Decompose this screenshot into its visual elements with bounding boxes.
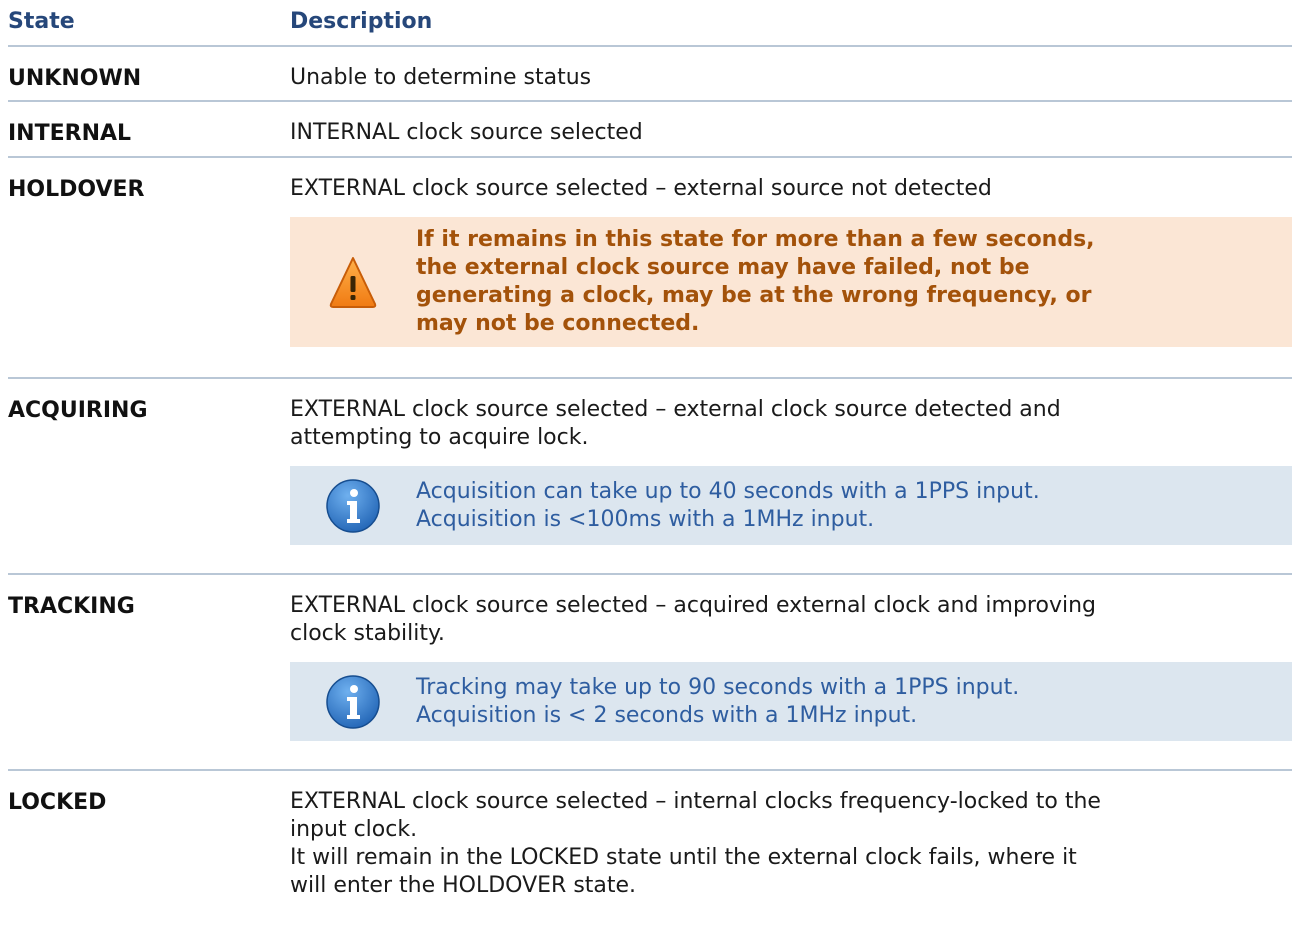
info-text: Acquisition can take up to 40 seconds wi… <box>416 478 1040 534</box>
state-holdover: HOLDOVER <box>8 177 145 202</box>
description-line: EXTERNAL clock source selected – interna… <box>290 789 1101 814</box>
state-internal: INTERNAL <box>8 121 132 146</box>
state-tracking: TRACKING <box>8 594 135 619</box>
info-text: Tracking may take up to 90 seconds with … <box>416 674 1019 730</box>
table-row: LOCKED EXTERNAL clock source selected – … <box>8 771 1292 921</box>
info-icon <box>290 674 416 730</box>
warning-line: the external clock source may have faile… <box>416 255 1030 280</box>
table-row: UNKNOWN Unable to determine status <box>8 47 1292 102</box>
description-line: will enter the HOLDOVER state. <box>290 873 637 898</box>
table-row: INTERNAL INTERNAL clock source selected <box>8 102 1292 158</box>
description-line: attempting to acquire lock. <box>290 425 589 450</box>
info-line: Acquisition is < 2 seconds with a 1MHz i… <box>416 702 918 728</box>
info-line: Acquisition is <100ms with a 1MHz input. <box>416 506 875 532</box>
state-acquiring: ACQUIRING <box>8 398 148 423</box>
header-description: Description <box>290 9 433 34</box>
warning-line: generating a clock, may be at the wrong … <box>416 283 1092 308</box>
info-icon <box>290 478 416 534</box>
warning-line: may not be connected. <box>416 311 700 336</box>
description-unknown: Unable to determine status <box>290 47 1292 100</box>
warning-text: If it remains in this state for more tha… <box>416 226 1095 338</box>
description-line: clock stability. <box>290 621 445 646</box>
description-holdover: EXTERNAL clock source selected – externa… <box>290 158 1292 377</box>
info-line: Acquisition can take up to 40 seconds wi… <box>416 478 1040 504</box>
description-line: input clock. <box>290 817 418 842</box>
table-header: State Description <box>8 0 1292 47</box>
description-line: Unable to determine status <box>290 65 592 90</box>
warning-callout: If it remains in this state for more tha… <box>290 217 1292 347</box>
description-acquiring: EXTERNAL clock source selected – externa… <box>290 379 1292 573</box>
warning-line: If it remains in this state for more tha… <box>416 227 1095 252</box>
state-locked: LOCKED <box>8 790 107 815</box>
description-line: It will remain in the LOCKED state until… <box>290 845 1077 870</box>
description-line: EXTERNAL clock source selected – externa… <box>290 176 992 201</box>
state-unknown: UNKNOWN <box>8 66 142 91</box>
description-line: EXTERNAL clock source selected – externa… <box>290 397 1061 422</box>
table-row: ACQUIRING EXTERNAL clock source selected… <box>8 379 1292 575</box>
clock-state-table: State Description UNKNOWN Unable to dete… <box>8 0 1292 921</box>
description-line: EXTERNAL clock source selected – acquire… <box>290 593 1096 618</box>
info-callout: Acquisition can take up to 40 seconds wi… <box>290 466 1292 545</box>
info-line: Tracking may take up to 90 seconds with … <box>416 674 1020 700</box>
description-line: INTERNAL clock source selected <box>290 120 643 145</box>
table-row: HOLDOVER EXTERNAL clock source selected … <box>8 158 1292 379</box>
description-tracking: EXTERNAL clock source selected – acquire… <box>290 575 1292 769</box>
header-state: State <box>8 9 75 34</box>
description-internal: INTERNAL clock source selected <box>290 102 1292 156</box>
info-callout: Tracking may take up to 90 seconds with … <box>290 662 1292 741</box>
table-row: TRACKING EXTERNAL clock source selected … <box>8 575 1292 771</box>
warning-triangle-icon <box>290 254 416 310</box>
description-locked: EXTERNAL clock source selected – interna… <box>290 771 1292 921</box>
